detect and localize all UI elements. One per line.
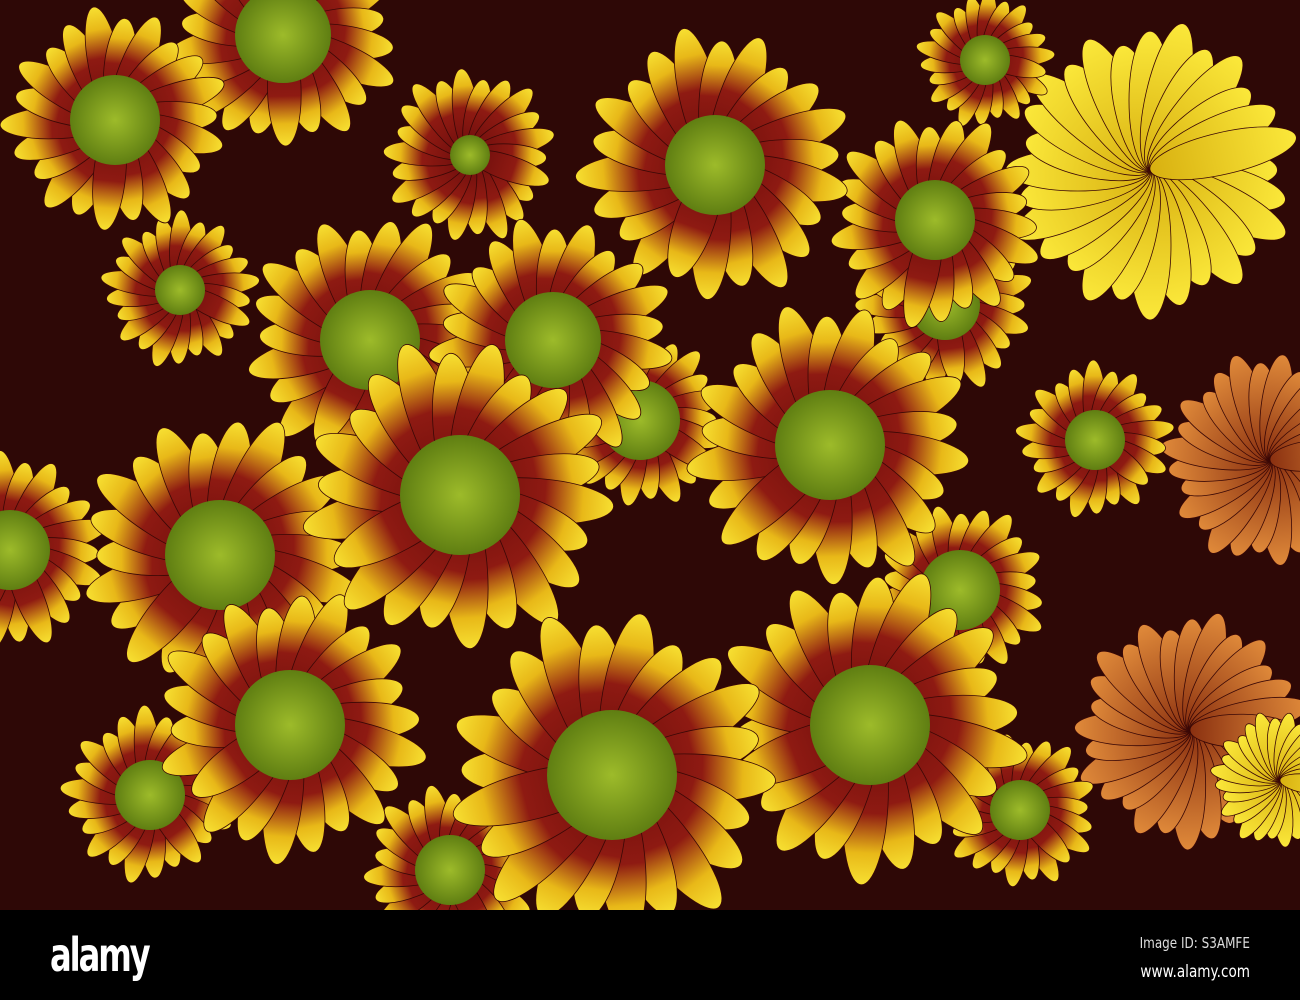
flower-center <box>895 180 975 260</box>
flower-center <box>70 75 160 165</box>
flower-center <box>450 135 490 175</box>
image-id: Image ID: S3AMFE <box>1139 934 1250 952</box>
flower-center <box>775 390 885 500</box>
flower-center <box>665 115 765 215</box>
flower-center <box>155 265 205 315</box>
flower-center <box>505 292 601 388</box>
watermark-bar: alamy Image ID: S3AMFE www.alamy.com <box>0 910 1300 1000</box>
flower-center <box>400 435 520 555</box>
flower-center <box>165 500 275 610</box>
site-url: www.alamy.com <box>1140 962 1250 982</box>
flower-center <box>810 665 930 785</box>
flower-center <box>990 780 1050 840</box>
alamy-logo: alamy <box>50 928 151 982</box>
flower-center <box>547 710 677 840</box>
flower-center <box>1065 410 1125 470</box>
chrysanthemum-photo <box>0 0 1300 910</box>
flower-center <box>960 35 1010 85</box>
flower-center <box>235 670 345 780</box>
flower-center <box>415 835 485 905</box>
